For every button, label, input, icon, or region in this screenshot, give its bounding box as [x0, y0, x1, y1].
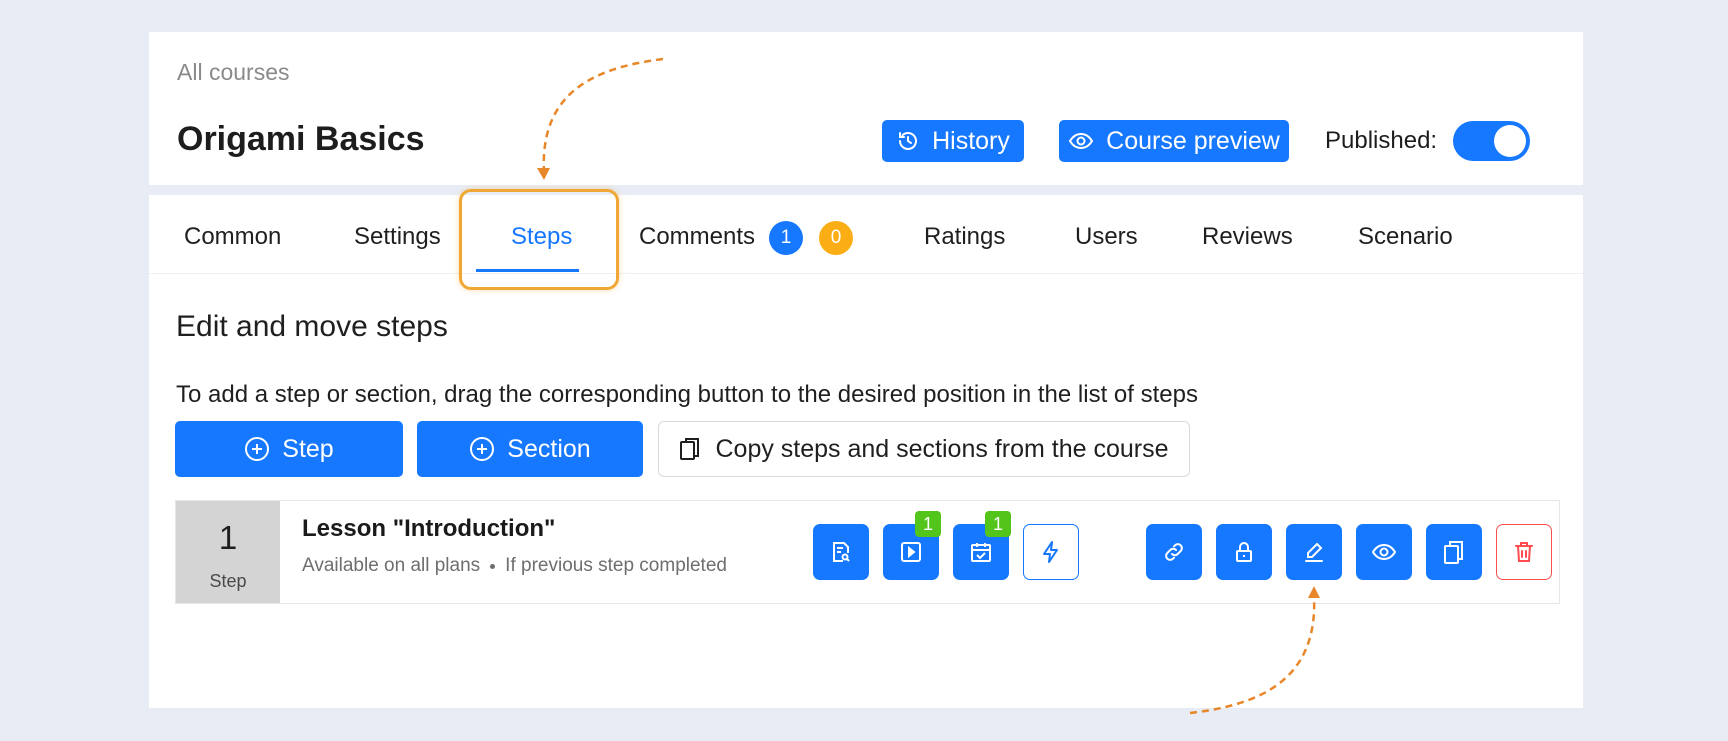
step-availability: Available on all plans [302, 555, 481, 576]
breadcrumb-all-courses[interactable]: All courses [177, 59, 289, 86]
tab-reviews[interactable]: Reviews [1202, 223, 1293, 251]
step-automation-button[interactable] [1023, 524, 1079, 580]
step-content-button[interactable] [813, 524, 869, 580]
step-link-button[interactable] [1146, 524, 1202, 580]
step-video-button[interactable]: 1 [883, 511, 941, 580]
tab-ratings[interactable]: Ratings [924, 223, 1005, 251]
video-play-icon [901, 542, 921, 562]
video-count-badge: 1 [915, 511, 941, 537]
step-condition: If previous step completed [505, 555, 727, 576]
instructions-text: To add a step or section, drag the corre… [176, 381, 1198, 408]
calendar-check-icon [971, 543, 991, 562]
course-preview-label: Course preview [1106, 126, 1280, 155]
copy-icon [680, 438, 700, 460]
tab-users[interactable]: Users [1075, 223, 1138, 251]
published-toggle[interactable] [1453, 121, 1530, 161]
trash-icon [1515, 542, 1533, 562]
step-copy-button[interactable] [1426, 524, 1482, 580]
eye-icon [1068, 132, 1094, 150]
add-section-label: Section [507, 434, 591, 463]
course-tabs: Common Settings Steps Comments 1 0 Ratin… [149, 189, 1583, 290]
tab-highlight-frame [459, 189, 619, 290]
tab-settings[interactable]: Settings [354, 223, 441, 251]
tab-common[interactable]: Common [184, 223, 281, 251]
section-heading: Edit and move steps [176, 310, 448, 343]
comments-pending-badge: 0 [819, 221, 853, 255]
add-section-button[interactable]: Section [417, 421, 643, 477]
separator-dot [490, 563, 496, 569]
step-number: 1 [218, 519, 238, 556]
edit-pencil-icon [1305, 542, 1323, 562]
eye-icon [1371, 543, 1397, 561]
tab-scenario[interactable]: Scenario [1358, 223, 1453, 251]
course-header-card: All courses Origami Basics History Cours… [149, 32, 1583, 185]
plus-circle-icon [245, 437, 270, 461]
link-icon [1165, 543, 1183, 561]
published-label: Published: [1325, 127, 1438, 154]
step-row[interactable]: 1 Step Lesson "Introduction" Available o… [175, 500, 1560, 604]
history-button[interactable]: History [882, 120, 1024, 162]
comments-count-badge: 1 [769, 221, 803, 255]
step-preview-button[interactable] [1356, 524, 1412, 580]
step-number-box: 1 Step [176, 501, 280, 603]
lock-icon [1236, 542, 1252, 562]
history-icon [899, 132, 918, 150]
step-task-button[interactable]: 1 [953, 511, 1011, 580]
course-content-card: Common Settings Steps Comments 1 0 Ratin… [149, 189, 1583, 708]
toggle-knob [1494, 125, 1526, 157]
step-type-label: Step [209, 571, 247, 591]
tab-comments[interactable]: Comments [639, 223, 755, 251]
lightning-icon [1043, 541, 1058, 563]
plus-circle-icon [470, 437, 495, 461]
history-label: History [932, 126, 1010, 155]
document-search-icon [833, 542, 850, 562]
add-step-label: Step [282, 434, 334, 463]
step-delete-button[interactable] [1496, 524, 1552, 580]
add-step-button[interactable]: Step [175, 421, 403, 477]
copy-steps-button[interactable]: Copy steps and sections from the course [658, 421, 1190, 477]
step-title: Lesson "Introduction" [302, 515, 556, 542]
step-meta: Available on all plans If previous step … [302, 555, 727, 577]
copy-steps-label: Copy steps and sections from the course [715, 434, 1169, 463]
step-edit-button[interactable] [1286, 524, 1342, 580]
task-count-badge: 1 [985, 511, 1011, 537]
step-access-button[interactable] [1216, 524, 1272, 580]
copy-icon [1444, 541, 1463, 564]
page-title: Origami Basics [177, 120, 425, 158]
course-preview-button[interactable]: Course preview [1059, 120, 1289, 162]
